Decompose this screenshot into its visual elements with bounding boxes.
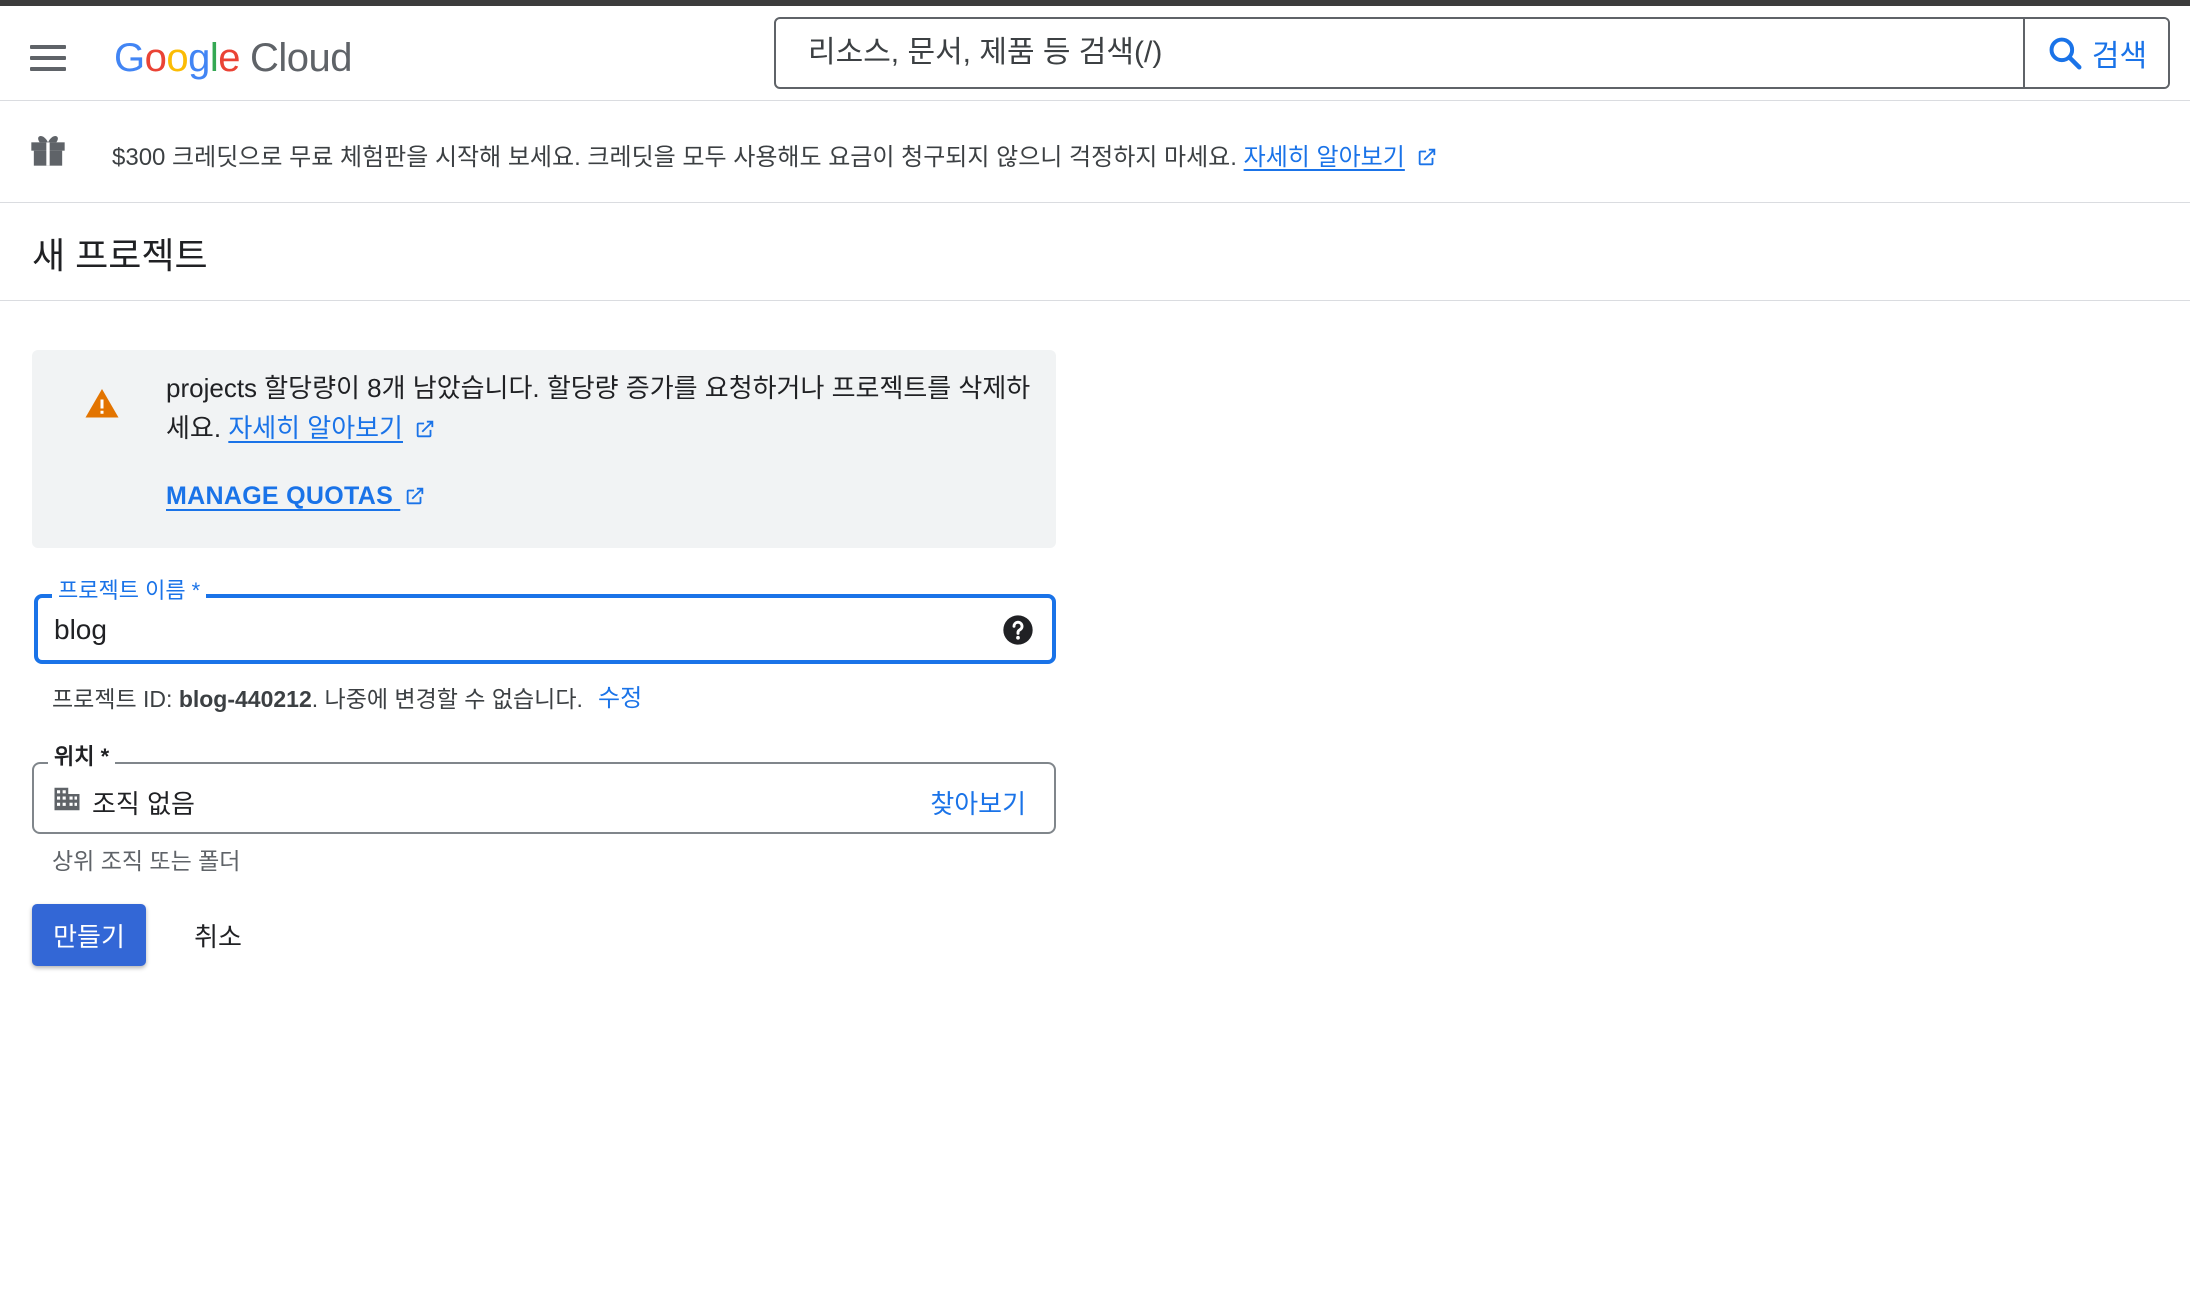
location-value: 조직 없음 — [92, 789, 195, 819]
free-trial-banner: $300 크레딧으로 무료 체험판을 시작해 보세요. 크레딧을 모두 사용해도… — [0, 101, 2190, 203]
page-title-bar: 새 프로젝트 — [0, 203, 2190, 301]
location-helper-text: 상위 조직 또는 폴더 — [52, 848, 241, 874]
location-label: 위치 * — [48, 744, 116, 770]
page-title: 새 프로젝트 — [32, 235, 208, 276]
project-id-text: 프로젝트 ID: blog-440212. 나중에 변경할 수 없습니다. — [52, 686, 583, 712]
browse-location-button[interactable]: 찾아보기 — [930, 784, 1026, 821]
main-menu-button[interactable] — [30, 36, 74, 80]
help-icon[interactable] — [1002, 614, 1034, 646]
external-link-icon — [407, 487, 424, 505]
project-id-value: blog-440212 — [178, 686, 312, 712]
gift-icon — [31, 136, 65, 166]
search-button-label: 검색 — [2091, 40, 2148, 73]
banner-learn-more-link[interactable]: 자세히 알아보기 — [1244, 144, 1405, 171]
external-link-icon — [416, 420, 434, 438]
edit-project-id-link[interactable]: 수정 — [598, 678, 642, 713]
quota-warning-message: projects 할당량이 8개 남았습니다. 할당량 증가를 요청하거나 프로… — [166, 373, 1031, 443]
create-button[interactable]: 만들기 — [32, 904, 146, 966]
warning-icon — [85, 389, 119, 418]
external-link-icon — [1418, 148, 1435, 166]
banner-text-container: $300 크레딧으로 무료 체험판을 시작해 보세요. 크레딧을 모두 사용해도… — [112, 137, 1438, 172]
banner-message: $300 크레딧으로 무료 체험판을 시작해 보세요. 크레딧을 모두 사용해도… — [112, 144, 1237, 171]
project-name-label: 프로젝트 이름 * — [52, 578, 207, 604]
quota-warning-box: projects 할당량이 8개 남았습니다. 할당량 증가를 요청하거나 프로… — [32, 350, 1056, 548]
quota-learn-more-link[interactable]: 자세히 알아보기 — [228, 413, 403, 443]
search-button[interactable]: 검색 — [2023, 19, 2168, 87]
organization-icon — [54, 787, 80, 811]
project-name-field: 프로젝트 이름 * — [34, 578, 1056, 664]
manage-quotas-link[interactable]: MANAGE QUOTAS — [166, 482, 426, 511]
google-cloud-logo[interactable]: Go o g l e Cloud — [114, 30, 353, 86]
location-field: 위치 * 조직 없음 찾아보기 — [32, 744, 1056, 834]
search-bar: 검색 — [774, 17, 2170, 89]
search-input[interactable] — [776, 19, 2023, 87]
search-icon — [2049, 37, 2082, 70]
project-name-input[interactable] — [52, 608, 972, 652]
cancel-button[interactable]: 취소 — [176, 904, 260, 966]
hamburger-icon — [30, 45, 66, 49]
top-header: GoogleCloud 검색 — [0, 6, 2190, 101]
